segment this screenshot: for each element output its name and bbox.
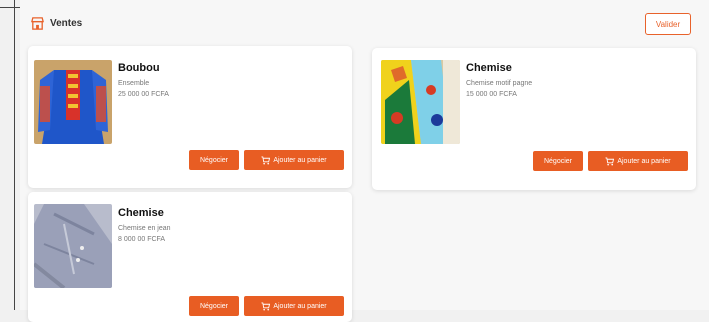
card-actions: Négocier Ajouter au panier (189, 296, 344, 316)
brand: Ventes (30, 16, 82, 31)
boubou-photo (34, 60, 112, 144)
add-to-cart-button[interactable]: Ajouter au panier (588, 151, 688, 171)
top-bar: Ventes Valider (30, 8, 695, 38)
product-title: Boubou (118, 62, 160, 74)
brand-label: Ventes (50, 17, 83, 29)
product-description: Ensemble (118, 80, 150, 87)
product-price: 25 000 00 FCFA (118, 91, 169, 98)
product-description: Chemise motif pagne (466, 80, 533, 87)
product-image (34, 204, 112, 288)
shop-icon (31, 16, 44, 30)
add-to-cart-button[interactable]: Ajouter au panier (244, 296, 344, 316)
negotiate-label: Négocier (543, 157, 572, 165)
card-actions: Négocier Ajouter au panier (533, 151, 688, 171)
product-price: 8 000 00 FCFA (118, 236, 166, 243)
product-description: Chemise en jean (118, 225, 171, 232)
card-actions: Négocier Ajouter au panier (189, 150, 344, 170)
chemise-jean-photo (34, 204, 112, 288)
product-card: Chemise Chemise motif pagne 15 000 00 FC… (372, 48, 696, 190)
product-info: Boubou Ensemble 25 000 00 FCFA (118, 62, 169, 100)
product-info: Chemise Chemise motif pagne 15 000 00 FC… (466, 62, 532, 100)
negotiate-button[interactable]: Négocier (533, 151, 583, 171)
chemise-photo (381, 60, 460, 144)
product-card: Boubou Ensemble 25 000 00 FCFA Négocier … (28, 46, 352, 188)
product-info: Chemise Chemise en jean 8 000 00 FCFA (118, 207, 171, 245)
frame-divider (14, 0, 15, 310)
product-price: 15 000 00 FCFA (466, 91, 517, 98)
cart-icon (261, 301, 271, 310)
negotiate-button[interactable]: Négocier (189, 296, 239, 316)
negotiate-label: Négocier (199, 302, 228, 310)
add-to-cart-label: Ajouter au panier (273, 302, 327, 310)
product-image (381, 60, 460, 144)
product-title: Chemise (466, 62, 512, 74)
product-title: Chemise (118, 207, 164, 219)
add-to-cart-button[interactable]: Ajouter au panier (244, 150, 344, 170)
add-to-cart-label: Ajouter au panier (273, 156, 327, 164)
negotiate-button[interactable]: Négocier (189, 150, 239, 170)
validate-button[interactable]: Valider (645, 13, 691, 35)
cart-icon (261, 155, 271, 164)
product-image (34, 60, 112, 144)
cart-icon (605, 156, 615, 165)
product-card: Chemise Chemise en jean 8 000 00 FCFA Né… (28, 192, 352, 322)
add-to-cart-label: Ajouter au panier (617, 157, 671, 165)
negotiate-label: Négocier (199, 156, 228, 164)
